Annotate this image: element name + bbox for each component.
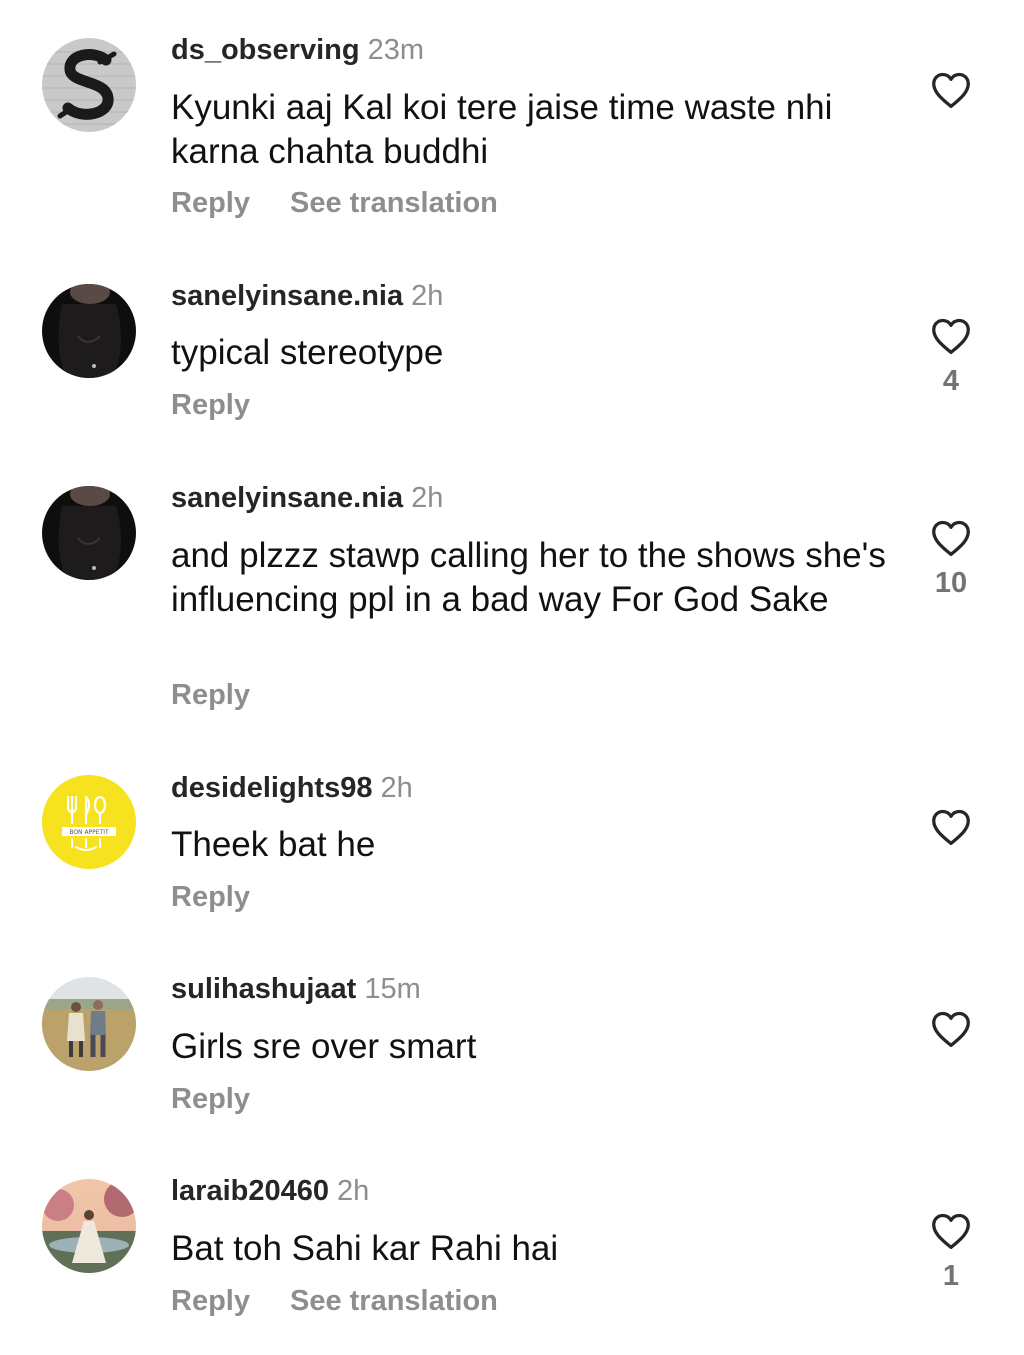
timestamp: 2h <box>411 482 444 514</box>
timestamp: 2h <box>380 772 413 804</box>
comment-text: typical stereotype <box>171 333 444 372</box>
comment-actions: Reply See translation <box>171 1283 498 1319</box>
like-button[interactable] <box>929 71 973 117</box>
timestamp: 23m <box>367 34 424 66</box>
like-button[interactable]: 4 <box>929 317 973 399</box>
username[interactable]: sanelyinsane.nia <box>171 482 403 514</box>
comment-text: Kyunki aaj Kal koi tere jaise time waste… <box>171 88 833 171</box>
like-button[interactable] <box>929 808 973 854</box>
comment-text: Theek bat he <box>171 825 376 864</box>
comment-actions: Reply <box>171 387 250 423</box>
reply-button[interactable]: Reply <box>171 1285 250 1317</box>
comment-meta: ds_observing 23m <box>171 32 424 68</box>
comment-actions: Reply <box>171 1081 250 1117</box>
comment-meta: desidelights98 2h <box>171 770 413 806</box>
username[interactable]: sulihashujaat <box>171 973 356 1005</box>
comment-meta: sulihashujaat 15m <box>171 971 421 1007</box>
comment-actions: Reply <box>171 677 250 713</box>
reply-button[interactable]: Reply <box>171 389 250 421</box>
comment-actions: Reply <box>171 879 250 915</box>
comment-actions: Reply See translation <box>171 185 498 221</box>
username[interactable]: sanelyinsane.nia <box>171 280 403 312</box>
heart-icon <box>932 318 970 355</box>
dark-portrait-avatar-icon[interactable] <box>42 486 136 580</box>
comment-text: Bat toh Sahi kar Rahi hai <box>171 1229 559 1268</box>
reply-button[interactable]: Reply <box>171 187 250 219</box>
comment-meta: laraib20460 2h <box>171 1173 369 1209</box>
heart-icon <box>932 520 970 557</box>
svg-text:BON APPETIT: BON APPETIT <box>69 829 109 836</box>
dark-portrait-avatar-icon[interactable] <box>42 284 136 378</box>
couple-photo-avatar-icon[interactable] <box>42 977 136 1071</box>
username[interactable]: desidelights98 <box>171 772 372 804</box>
comment-text: Girls sre over smart <box>171 1027 477 1066</box>
comment-meta: sanelyinsane.nia 2h <box>171 278 443 314</box>
heart-icon <box>932 1011 970 1048</box>
like-button[interactable]: 10 <box>929 519 973 601</box>
comment-text: and plzzz stawp calling her to the shows… <box>171 536 886 619</box>
reply-button[interactable]: Reply <box>171 1083 250 1115</box>
lady-in-gown-avatar-icon[interactable] <box>42 1179 136 1273</box>
timestamp: 2h <box>337 1175 370 1207</box>
heart-icon <box>932 809 970 846</box>
see-translation-button[interactable]: See translation <box>290 1285 498 1317</box>
like-button[interactable] <box>929 1010 973 1056</box>
like-count: 4 <box>942 365 960 397</box>
reply-button[interactable]: Reply <box>171 679 250 711</box>
heart-icon <box>932 72 970 109</box>
comment-meta: sanelyinsane.nia 2h <box>171 480 443 516</box>
like-button[interactable]: 1 <box>929 1212 973 1294</box>
like-count: 10 <box>934 567 968 599</box>
username[interactable]: laraib20460 <box>171 1175 329 1207</box>
heart-icon <box>932 1213 970 1250</box>
bon-appetit-avatar-icon[interactable]: BON APPETIT <box>42 775 136 869</box>
username[interactable]: ds_observing <box>171 34 360 66</box>
reply-button[interactable]: Reply <box>171 881 250 913</box>
timestamp: 2h <box>411 280 444 312</box>
timestamp: 15m <box>364 973 421 1005</box>
see-translation-button[interactable]: See translation <box>290 187 498 219</box>
like-count: 1 <box>942 1260 960 1292</box>
letter-s-avatar-icon[interactable] <box>42 38 136 132</box>
